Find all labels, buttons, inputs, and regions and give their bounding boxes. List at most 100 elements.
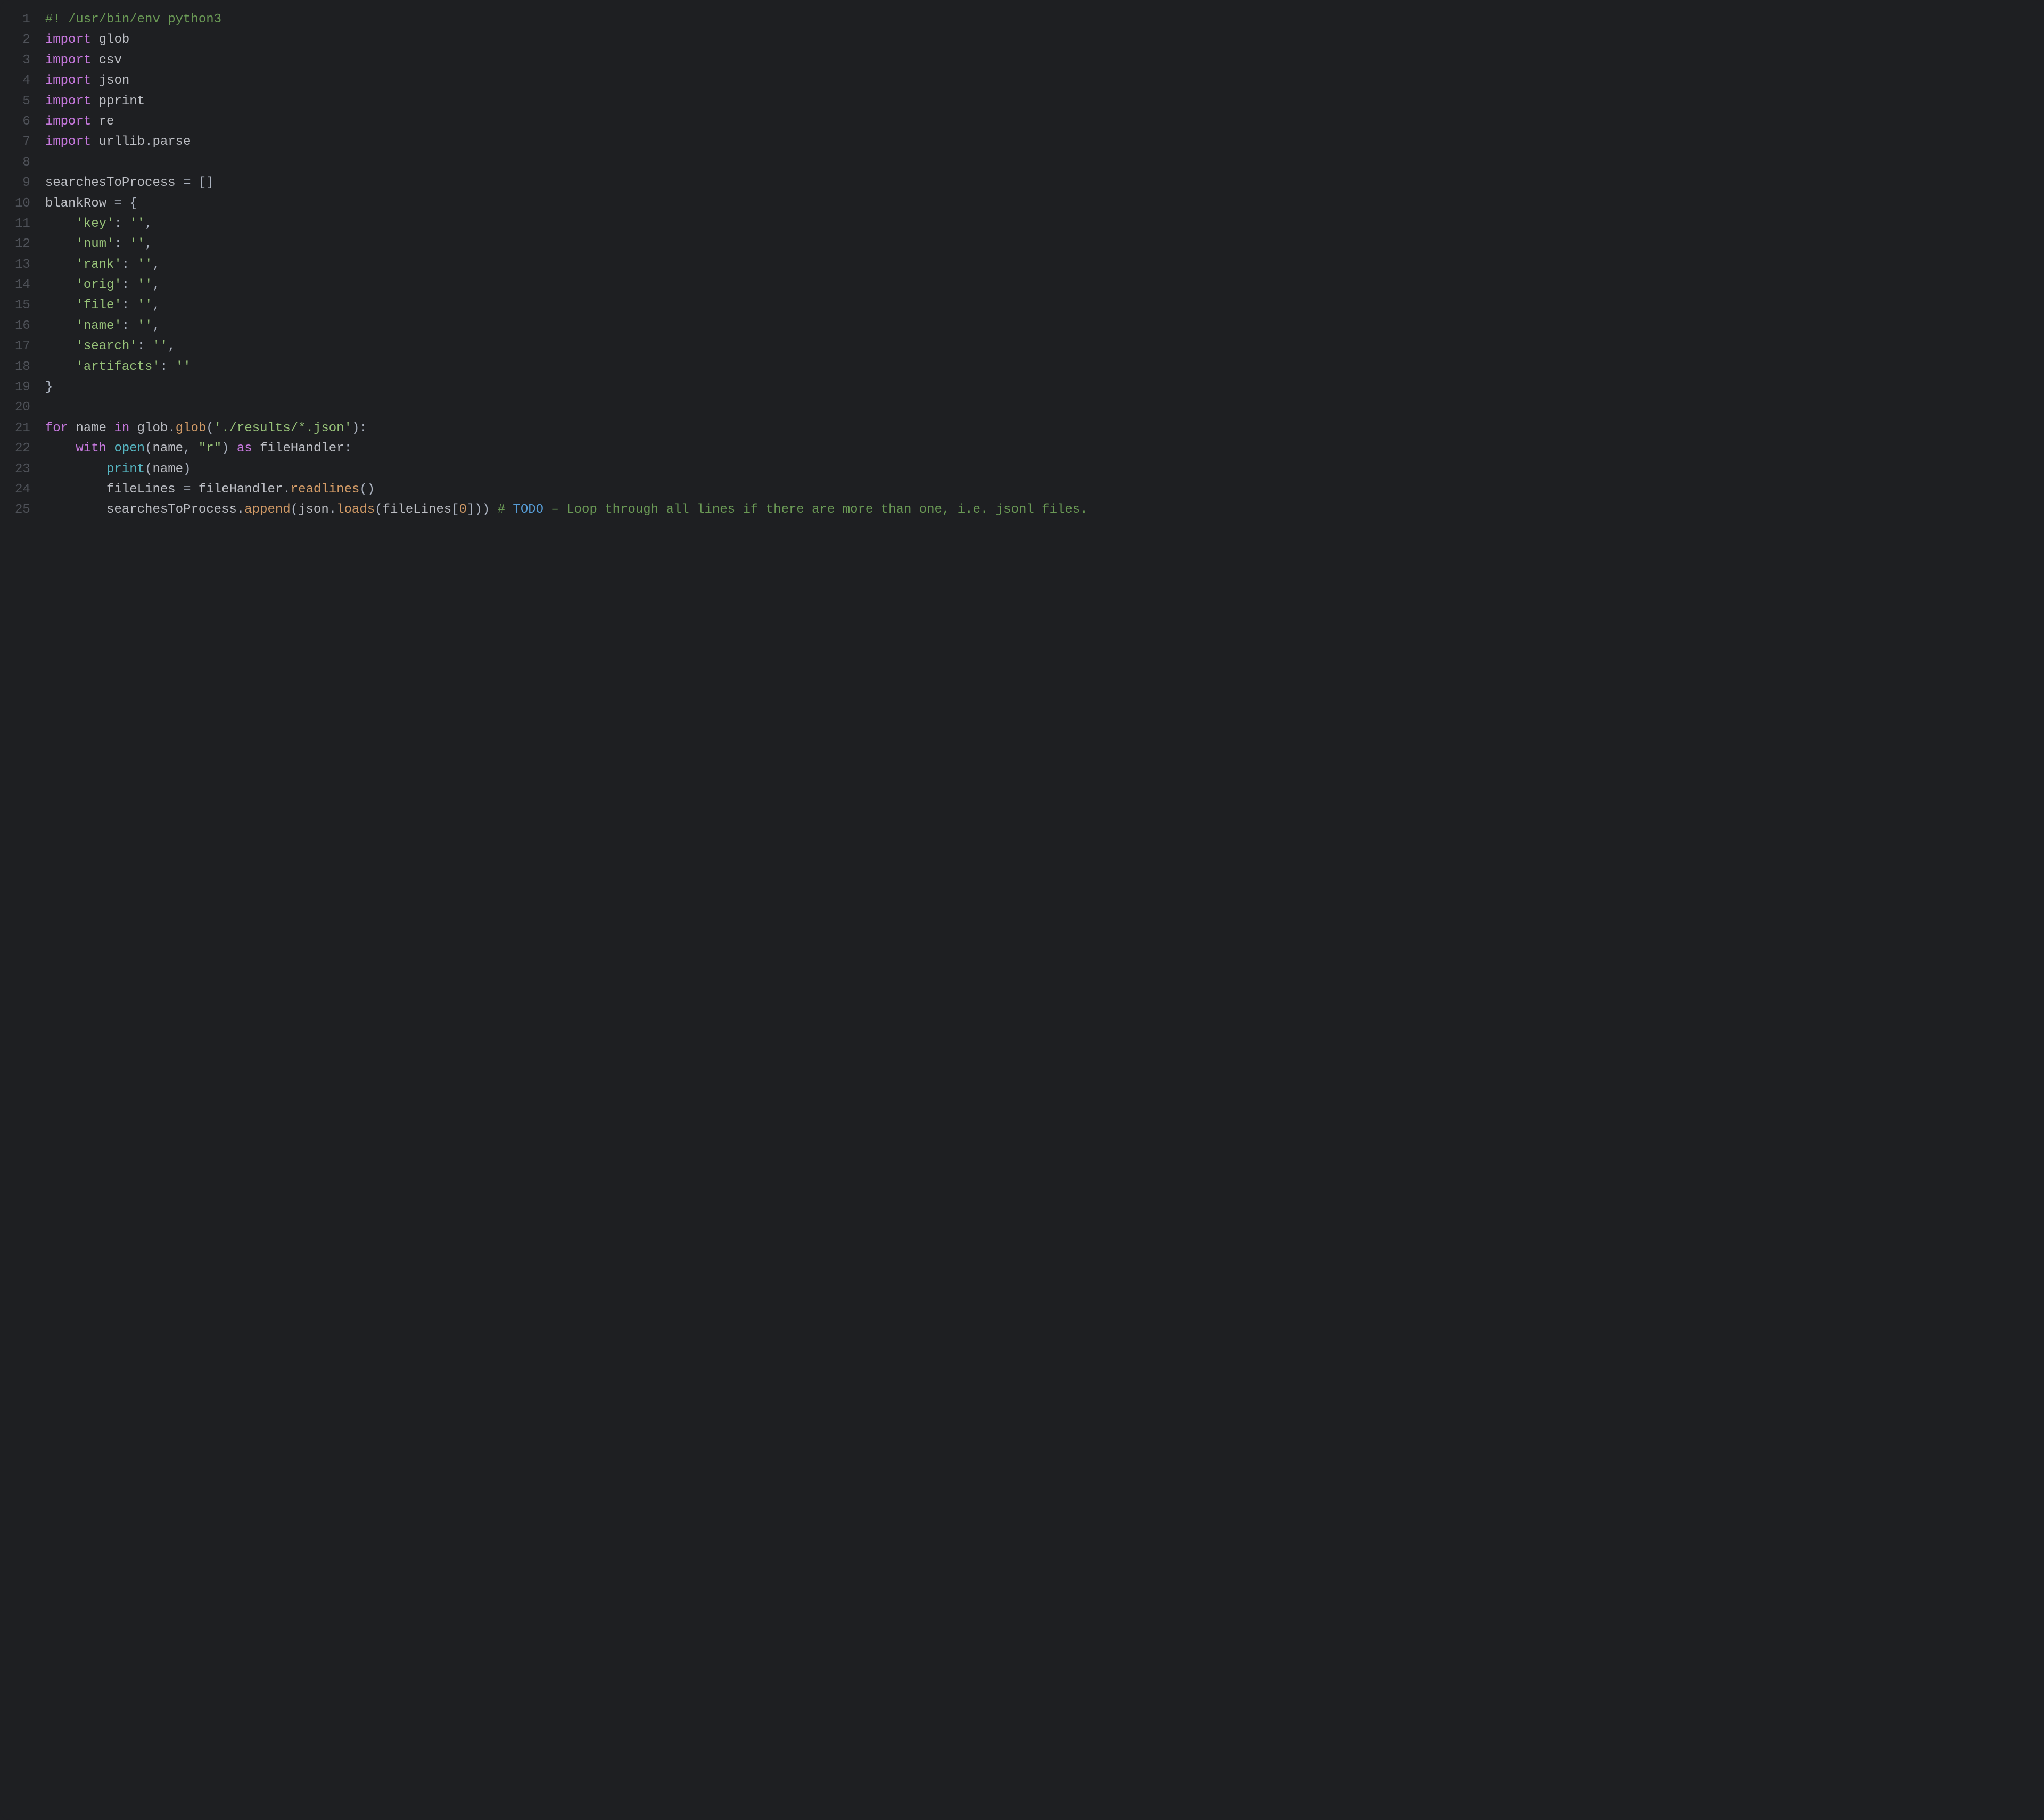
token-keyword: import	[45, 53, 91, 68]
token-ident: pprint	[99, 94, 145, 109]
line-number: 2	[15, 30, 30, 50]
token-punct: )	[482, 503, 490, 517]
token-punct	[129, 298, 137, 312]
token-punct: (	[145, 462, 152, 476]
token-punct: :	[137, 339, 145, 353]
token-punct: {	[129, 196, 137, 211]
token-ident: searchesToProcess	[106, 503, 237, 517]
code-line[interactable]: blankRow = {	[45, 194, 2039, 214]
token-ident: re	[99, 114, 114, 129]
token-punct: (	[291, 503, 298, 517]
code-line[interactable]	[45, 153, 2039, 173]
token-ident: glob	[99, 32, 130, 47]
token-punct: (	[206, 421, 213, 435]
token-punct	[129, 258, 137, 272]
line-number: 4	[15, 71, 30, 91]
code-line[interactable]	[45, 398, 2039, 418]
code-line[interactable]: 'rank': '',	[45, 255, 2039, 275]
code-line[interactable]: 'search': '',	[45, 336, 2039, 357]
token-string: "r"	[199, 441, 221, 456]
line-number: 19	[15, 377, 30, 398]
token-punct	[45, 360, 76, 374]
token-comment: #! /usr/bin/env python3	[45, 12, 221, 27]
code-line[interactable]: #! /usr/bin/env python3	[45, 10, 2039, 30]
token-keyword: import	[45, 73, 91, 88]
token-call: glob	[176, 421, 207, 435]
token-punct: ,	[145, 217, 152, 231]
token-punct: ]	[467, 503, 474, 517]
token-punct	[129, 421, 137, 435]
code-line[interactable]: searchesToProcess.append(json.loads(file…	[45, 500, 2039, 520]
token-punct	[91, 94, 98, 109]
token-punct: :	[160, 360, 168, 374]
line-number: 10	[15, 194, 30, 214]
token-ident: name	[76, 421, 106, 435]
code-line[interactable]: import urllib.parse	[45, 132, 2039, 152]
code-line[interactable]: import csv	[45, 51, 2039, 71]
token-punct	[45, 278, 76, 292]
line-number: 11	[15, 214, 30, 234]
token-punct: }	[45, 380, 53, 394]
token-string: ''	[137, 258, 153, 272]
token-punct	[122, 196, 129, 211]
token-ident: name	[152, 441, 183, 456]
code-line[interactable]: for name in glob.glob('./results/*.json'…	[45, 418, 2039, 439]
token-ident: csv	[99, 53, 122, 68]
token-call: append	[244, 503, 290, 517]
line-number: 14	[15, 275, 30, 295]
token-number: 0	[459, 503, 467, 517]
code-line[interactable]: import json	[45, 71, 2039, 91]
token-punct: ,	[168, 339, 175, 353]
token-punct	[191, 441, 198, 456]
token-punct	[45, 441, 76, 456]
token-punct	[91, 135, 98, 149]
token-string: './results/*.json'	[214, 421, 352, 435]
code-line[interactable]: with open(name, "r") as fileHandler:	[45, 439, 2039, 459]
token-punct: ()	[359, 482, 375, 497]
line-number: 12	[15, 234, 30, 254]
code-area[interactable]: #! /usr/bin/env python3import globimport…	[45, 10, 2039, 1810]
code-editor[interactable]: 1234567891011121314151617181920212223242…	[0, 0, 2044, 1820]
token-punct: :	[114, 237, 121, 251]
token-punct	[106, 196, 114, 211]
code-line[interactable]: 'file': '',	[45, 295, 2039, 316]
token-keyword: import	[45, 32, 91, 47]
token-builtin: print	[106, 462, 145, 476]
token-keyword: in	[114, 421, 129, 435]
line-number: 3	[15, 51, 30, 71]
code-line[interactable]: print(name)	[45, 459, 2039, 480]
token-punct	[68, 421, 76, 435]
token-punct: .	[145, 135, 152, 149]
token-todo: TODO	[513, 503, 543, 517]
code-line[interactable]: import pprint	[45, 92, 2039, 112]
code-line[interactable]: 'key': '',	[45, 214, 2039, 234]
token-keyword: import	[45, 94, 91, 109]
line-number: 9	[15, 173, 30, 193]
code-line[interactable]: }	[45, 377, 2039, 398]
token-punct	[490, 503, 497, 517]
token-punct: ,	[183, 441, 191, 456]
token-keyword: as	[237, 441, 252, 456]
token-string: 'search'	[76, 339, 137, 353]
token-punct	[191, 176, 198, 190]
token-punct	[45, 319, 76, 333]
code-line[interactable]: 'orig': '',	[45, 275, 2039, 295]
line-number: 25	[15, 500, 30, 520]
token-ident: urllib	[99, 135, 145, 149]
code-line[interactable]: 'artifacts': ''	[45, 357, 2039, 377]
code-line[interactable]: 'num': '',	[45, 234, 2039, 254]
code-line[interactable]: fileLines = fileHandler.readlines()	[45, 480, 2039, 500]
token-punct	[176, 482, 183, 497]
token-op: =	[183, 176, 191, 190]
token-string: ''	[137, 298, 153, 312]
token-punct	[45, 482, 106, 497]
token-string: 'name'	[76, 319, 121, 333]
code-line[interactable]: import glob	[45, 30, 2039, 50]
code-line[interactable]: import re	[45, 112, 2039, 132]
token-keyword: with	[76, 441, 106, 456]
token-punct	[145, 339, 152, 353]
code-line[interactable]: 'name': '',	[45, 316, 2039, 336]
code-line[interactable]: searchesToProcess = []	[45, 173, 2039, 193]
token-punct: :	[122, 298, 129, 312]
token-string: 'artifacts'	[76, 360, 160, 374]
